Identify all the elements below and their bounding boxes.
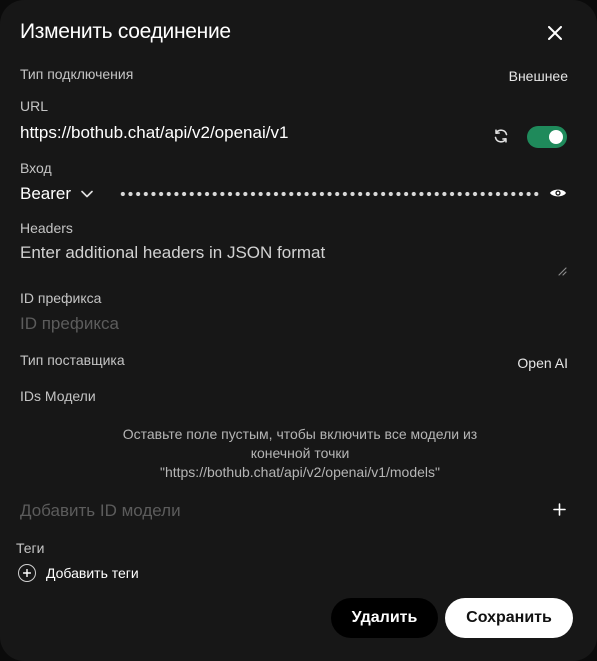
eye-icon[interactable] <box>549 187 567 199</box>
toggle-knob <box>549 130 563 144</box>
verify-connection-button[interactable] <box>490 125 512 147</box>
connection-enabled-toggle[interactable] <box>527 126 567 148</box>
add-tags-button[interactable]: Добавить теги <box>18 564 139 582</box>
model-ids-hint-line1: Оставьте поле пустым, чтобы включить все… <box>122 426 478 442</box>
model-ids-label: IDs Модели <box>20 388 96 404</box>
chevron-down-icon <box>81 190 93 198</box>
provider-type-value[interactable]: Open AI <box>517 355 568 371</box>
add-tags-label: Добавить теги <box>46 565 139 581</box>
refresh-icon[interactable] <box>493 128 509 144</box>
connection-type-value[interactable]: Внешнее <box>509 68 568 84</box>
model-ids-hint-line3: "https://bothub.chat/api/v2/openai/v1/mo… <box>159 464 440 480</box>
plus-circle-icon <box>18 564 36 582</box>
tags-label: Теги <box>16 540 45 556</box>
add-model-id-button[interactable] <box>550 500 568 518</box>
url-input[interactable]: https://bothub.chat/api/v2/openai/v1 <box>20 123 288 143</box>
provider-type-label: Тип поставщика <box>20 352 125 368</box>
show-key-button[interactable] <box>548 183 568 203</box>
plus-icon[interactable] <box>552 502 566 516</box>
save-button[interactable]: Сохранить <box>445 598 573 638</box>
headers-textarea[interactable]: Enter additional headers in JSON format <box>20 243 567 279</box>
add-model-id-input[interactable]: Добавить ID модели <box>20 501 181 521</box>
auth-type-select[interactable]: Bearer <box>20 184 93 204</box>
auth-label: Вход <box>20 160 52 176</box>
auth-type-value: Bearer <box>20 184 72 203</box>
edit-connection-dialog: Изменить соединение Тип подключения Внеш… <box>0 0 597 661</box>
dialog-title: Изменить соединение <box>20 20 231 43</box>
prefix-id-input[interactable]: ID префикса <box>20 314 119 334</box>
model-ids-hint: Оставьте поле пустым, чтобы включить все… <box>60 425 540 482</box>
model-ids-hint-line2: конечной точки <box>250 445 350 461</box>
prefix-id-label: ID префикса <box>20 290 102 306</box>
connection-type-label: Тип подключения <box>20 66 134 82</box>
close-icon[interactable] <box>548 26 562 40</box>
close-button[interactable] <box>544 22 566 44</box>
headers-label: Headers <box>20 220 73 236</box>
delete-button[interactable]: Удалить <box>331 598 438 638</box>
resize-handle-icon[interactable] <box>557 266 567 276</box>
api-key-input[interactable] <box>119 186 539 202</box>
url-label: URL <box>20 98 49 114</box>
